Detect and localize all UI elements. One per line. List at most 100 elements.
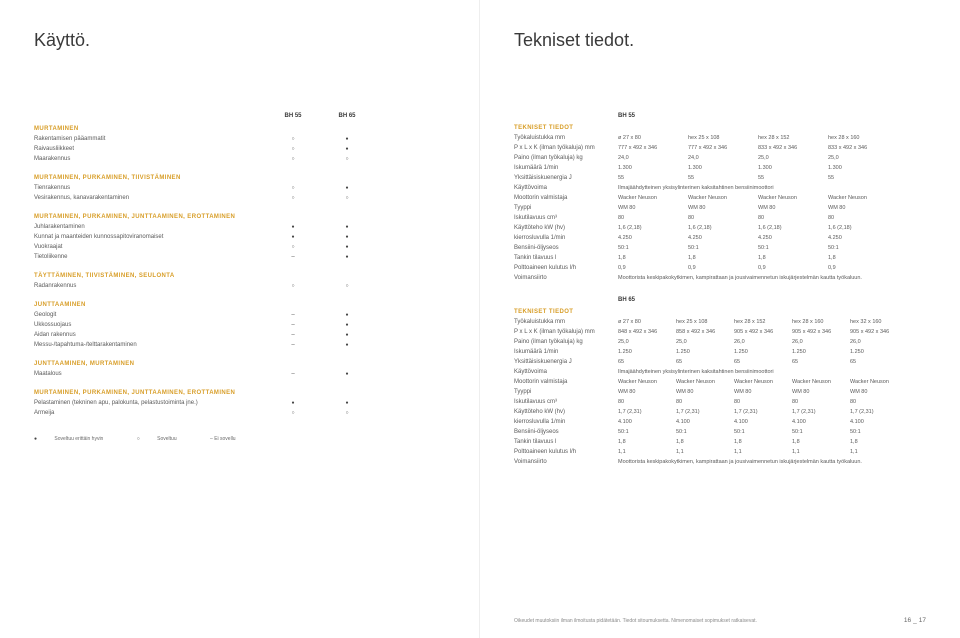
spec-label: P x L x K (ilman työkaluja) mm — [514, 145, 618, 151]
spec-value: hex 25 x 108 — [688, 135, 758, 141]
spec-label: Työkaluistukka mm — [514, 319, 618, 325]
right-title: Tekniset tiedot. — [514, 30, 926, 51]
spec-value: 1.250 — [734, 349, 792, 355]
table-row: Rakentamisen pääammatit — [34, 134, 445, 144]
spec-row: Yksittäisiskuenergia J6565656565 — [514, 357, 926, 367]
filled-icon — [345, 400, 348, 406]
spec-value: 4.100 — [850, 419, 908, 425]
spec-row: Bensiini-öljyseos50:150:150:150:150:1 — [514, 427, 926, 437]
spec-value: 4.250 — [688, 235, 758, 241]
spec-row: TyyppiWM 80WM 80WM 80WM 80WM 80 — [514, 387, 926, 397]
spec-label: kierrosluvulla 1/min — [514, 419, 618, 425]
left-page: Käyttö. BH 55 BH 65 MURTAMINENRakentamis… — [0, 0, 480, 638]
spec-value: WM 80 — [618, 389, 676, 395]
spec-value: 24,0 — [688, 155, 758, 161]
col-bh55: BH 55 — [266, 113, 320, 119]
ring-icon — [291, 195, 294, 201]
spec-value: ø 27 x 80 — [618, 135, 688, 141]
symbol-cell — [266, 156, 320, 162]
spec-value: ø 27 x 80 — [618, 319, 676, 325]
spec-table-bh55: Työkaluistukka mmø 27 x 80hex 25 x 108he… — [514, 133, 926, 283]
spec-label: Käyttöteho kW (hv) — [514, 409, 618, 415]
symbol-cell — [320, 156, 374, 162]
spec-row: P x L x K (ilman työkaluja) mm848 x 492 … — [514, 327, 926, 337]
symbol-cell — [266, 185, 320, 191]
symbol-cell — [266, 371, 320, 377]
spec-label: Iskumäärä 1/min — [514, 349, 618, 355]
spec-value: 4.250 — [618, 235, 688, 241]
spec-value-span: Ilmajäähdytteinen yksisylinterinen kaksi… — [618, 185, 926, 191]
spec-value: 4.100 — [792, 419, 850, 425]
spec-value: Wacker Neuson — [828, 195, 898, 201]
spec-value: hex 28 x 152 — [734, 319, 792, 325]
spec-row: Työkaluistukka mmø 27 x 80hex 25 x 108he… — [514, 317, 926, 327]
spec-row: Tankin tilavuus l1,81,81,81,81,8 — [514, 437, 926, 447]
spec-value: 1,8 — [618, 439, 676, 445]
spec-value: WM 80 — [618, 205, 688, 211]
ring-icon — [291, 185, 294, 191]
spec-value: 1,7 (2,31) — [676, 409, 734, 415]
symbol-cell — [266, 254, 320, 260]
dash-icon — [291, 332, 294, 338]
spec65-head: TEKNISET TIEDOT — [514, 306, 926, 317]
spec-value: 55 — [618, 175, 688, 181]
spec-value: hex 32 x 160 — [850, 319, 908, 325]
ring-icon — [291, 244, 294, 250]
spec-value: 50:1 — [850, 429, 908, 435]
spec-label: Bensiini-öljyseos — [514, 429, 618, 435]
spec-value: 50:1 — [828, 245, 898, 251]
spec-value: Wacker Neuson — [792, 379, 850, 385]
left-title: Käyttö. — [34, 30, 445, 51]
spec-label: Yksittäisiskuenergia J — [514, 175, 618, 181]
spec-row: Moottorin valmistajaWacker NeusonWacker … — [514, 193, 926, 203]
filled-icon — [345, 254, 348, 260]
spec-row: Käyttöteho kW (hv)1,6 (2,18)1,6 (2,18)1,… — [514, 223, 926, 233]
spec-value: 80 — [792, 399, 850, 405]
spec-value: 1.250 — [676, 349, 734, 355]
spec-value: 65 — [618, 359, 676, 365]
spec-value: 1.300 — [758, 165, 828, 171]
spec-value: 80 — [676, 399, 734, 405]
filled-icon — [345, 332, 348, 338]
spec-value: 1,6 (2,18) — [618, 225, 688, 231]
spec55-head: TEKNISET TIEDOT — [514, 122, 926, 133]
symbol-cell — [320, 195, 374, 201]
spec-label: Paino (ilman työkaluja) kg — [514, 339, 618, 345]
spec-label: Iskumäärä 1/min — [514, 165, 618, 171]
table-row: Vesirakennus, kanavarakentaminen — [34, 193, 445, 203]
spec-value: 1,1 — [850, 449, 908, 455]
spec-value: 777 x 492 x 346 — [618, 145, 688, 151]
symbol-cell — [320, 224, 374, 230]
ring-icon — [291, 410, 294, 416]
ring-icon — [345, 195, 348, 201]
section-head: MURTAMINEN, PURKAMINEN, JUNTTAAMINEN, ER… — [34, 211, 445, 222]
spec-label: Moottorin valmistaja — [514, 379, 618, 385]
spec-value: 50:1 — [618, 429, 676, 435]
spec-value: 1,8 — [828, 255, 898, 261]
spec-value: 1,8 — [676, 439, 734, 445]
row-label: Kunnat ja maanteiden kunnossapitoviranom… — [34, 234, 266, 240]
spec-value: 1.300 — [688, 165, 758, 171]
row-label: Juhlarakentaminen — [34, 224, 266, 230]
filled-icon — [345, 185, 348, 191]
dash-icon — [291, 371, 294, 377]
spec-value-span: Moottorista keskipakokytkimen, kampiratt… — [618, 275, 926, 281]
section-head: JUNTTAAMINEN, MURTAMINEN — [34, 358, 445, 369]
spec-label: Voimansiirto — [514, 275, 618, 281]
spec-value: WM 80 — [850, 389, 908, 395]
row-label: Tienrakennus — [34, 185, 266, 191]
spec-value: hex 28 x 160 — [792, 319, 850, 325]
spec-value: 55 — [828, 175, 898, 181]
table-row: Maarakennus — [34, 154, 445, 164]
ring-icon — [345, 156, 348, 162]
symbol-cell — [266, 146, 320, 152]
table-row: Kunnat ja maanteiden kunnossapitoviranom… — [34, 232, 445, 242]
spec-row: Bensiini-öljyseos50:150:150:150:1 — [514, 243, 926, 253]
spec-row: Paino (ilman työkaluja) kg24,024,025,025… — [514, 153, 926, 163]
spec-value: 1,6 (2,18) — [828, 225, 898, 231]
section-head: MURTAMINEN — [34, 123, 445, 134]
filled-icon — [345, 234, 348, 240]
filled-icon — [345, 342, 348, 348]
symbol-cell — [320, 234, 374, 240]
spec-value: 848 x 492 x 346 — [618, 329, 676, 335]
